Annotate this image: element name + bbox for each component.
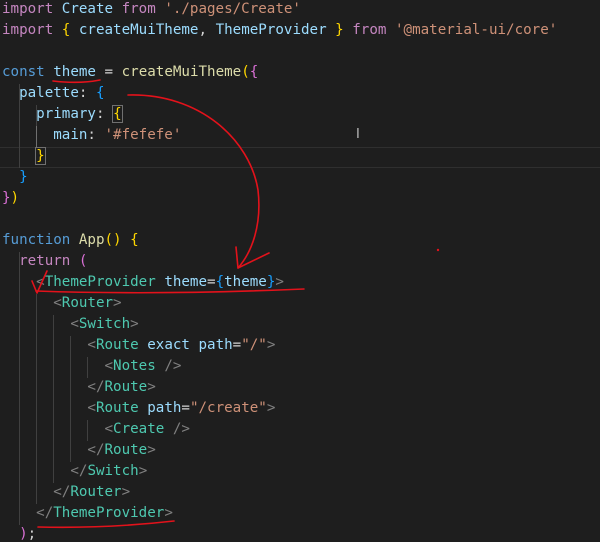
arrow-curve bbox=[127, 94, 260, 269]
stray-dot bbox=[436, 248, 440, 252]
code-editor[interactable]: import Create from './pages/Create' impor… bbox=[0, 0, 600, 542]
underline-theme-const bbox=[52, 79, 101, 84]
handwritten-annotations bbox=[31, 79, 440, 529]
underline-theme-provider-open bbox=[35, 288, 305, 294]
check-mark bbox=[31, 270, 48, 294]
underline-theme-provider-close bbox=[37, 520, 175, 529]
